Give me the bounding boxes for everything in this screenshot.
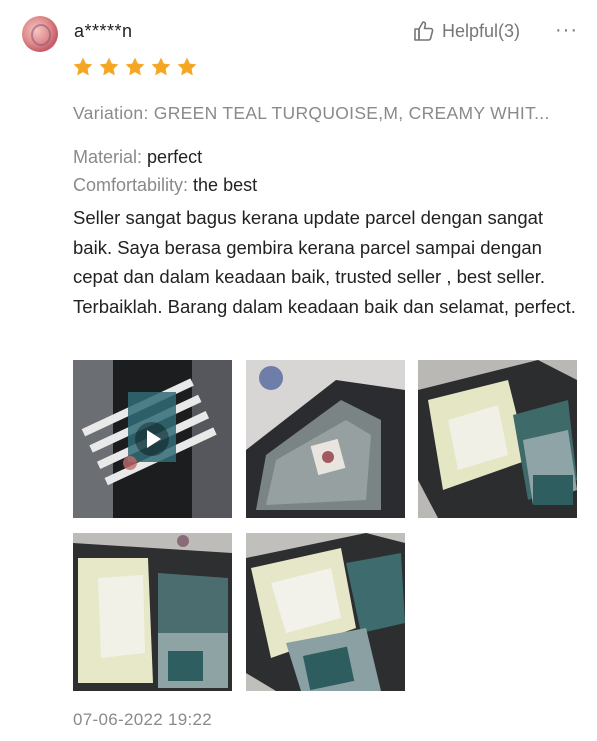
star-icon xyxy=(99,57,119,76)
comfortability-value: the best xyxy=(193,175,258,195)
star-icon xyxy=(151,57,171,76)
review-photo-thumbnail[interactable] xyxy=(246,360,405,518)
user-avatar[interactable] xyxy=(22,16,58,52)
star-icon xyxy=(125,57,145,76)
thumbs-up-icon xyxy=(414,21,434,41)
star-icon xyxy=(73,57,93,76)
review-photo-thumbnail[interactable] xyxy=(418,360,577,518)
review-photo-thumbnail[interactable] xyxy=(246,533,405,691)
helpful-button[interactable]: Helpful(3) xyxy=(412,18,520,44)
comfortability-attribute: Comfortability: the best xyxy=(73,175,257,196)
helpful-count-label: Helpful(3) xyxy=(442,20,521,41)
variation-text: Variation: GREEN TEAL TURQUOISE,M, CREAM… xyxy=(73,103,550,123)
review-video-thumbnail[interactable] xyxy=(73,360,232,518)
material-attribute: Material: perfect xyxy=(73,147,202,168)
material-value: perfect xyxy=(147,147,203,167)
product-review: a*****n Helpful(3) ··· Variation: GREEN … xyxy=(0,0,597,741)
review-timestamp: 07-06-2022 19:22 xyxy=(73,710,213,729)
review-photo-thumbnail[interactable] xyxy=(73,533,232,691)
star-rating xyxy=(72,56,198,78)
more-options-button[interactable]: ··· xyxy=(555,19,578,42)
reviewer-name: a*****n xyxy=(74,21,133,41)
material-key: Material: xyxy=(73,147,143,167)
comfortability-key: Comfortability: xyxy=(73,175,189,195)
star-icon xyxy=(177,57,197,76)
play-icon xyxy=(135,422,169,456)
review-comment: Seller sangat bagus kerana update parcel… xyxy=(73,207,576,317)
